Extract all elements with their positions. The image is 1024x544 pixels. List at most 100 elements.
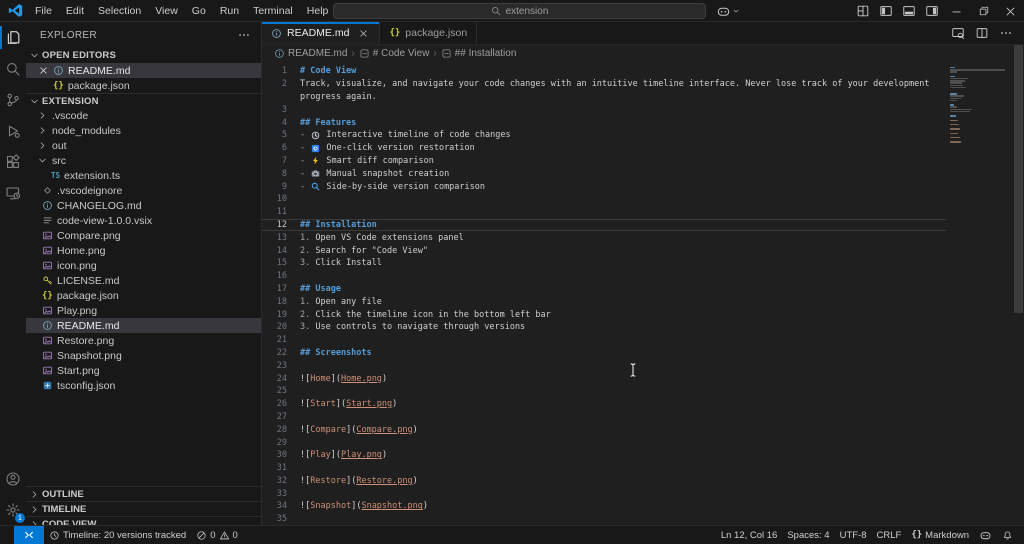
minimap[interactable] (946, 62, 1012, 525)
menu-go[interactable]: Go (185, 0, 213, 22)
customize-layout-button[interactable] (851, 0, 874, 22)
code-line-35[interactable]: 35 (262, 513, 946, 525)
code-line-8[interactable]: 8- Manual snapshot creation (262, 167, 946, 180)
tree-item-node_modules[interactable]: node_modules (26, 123, 261, 138)
code-line-15[interactable]: 15 3. Click Install (262, 257, 946, 270)
code-line-34[interactable]: 34 ![Snapshot](Snapshot.png) (262, 500, 946, 513)
tree-item-icon.png[interactable]: icon.png (26, 258, 261, 273)
tree-item-Restore.png[interactable]: Restore.png (26, 333, 261, 348)
tree-item-tsconfig.json[interactable]: tsconfig.json (26, 378, 261, 393)
tree-item-Compare.png[interactable]: Compare.png (26, 228, 261, 243)
code-line-28[interactable]: 28 ![Compare](Compare.png) (262, 423, 946, 436)
menu-run[interactable]: Run (213, 0, 246, 22)
timeline-status[interactable]: Timeline: 20 versions tracked (44, 526, 191, 544)
code-line-13[interactable]: 13 1. Open VS Code extensions panel (262, 231, 946, 244)
code-line-32[interactable]: 32 ![Restore](Restore.png) (262, 475, 946, 488)
remote-indicator[interactable] (14, 526, 44, 544)
tree-item-.vscodeignore[interactable]: .vscodeignore (26, 183, 261, 198)
code-line-6[interactable]: 6- One-click version restoration (262, 142, 946, 155)
menu-file[interactable]: File (28, 0, 59, 22)
activity-settings[interactable]: 1 (0, 494, 26, 525)
code-line-2[interactable]: 2 Track, visualize, and navigate your cod… (262, 78, 946, 91)
language-mode[interactable]: {} Markdown (906, 530, 974, 541)
tree-item-code-view-1.0.0.vsix[interactable]: code-view-1.0.0.vsix (26, 213, 261, 228)
activity-account[interactable] (0, 463, 26, 494)
breadcrumb-item[interactable]: ## Installation (441, 48, 516, 59)
code-line-1[interactable]: 1 # Code View (262, 65, 946, 78)
tree-item-Play.png[interactable]: Play.png (26, 303, 261, 318)
activity-explorer[interactable] (0, 22, 26, 53)
code-line-21[interactable]: 21 (262, 334, 946, 347)
code-line-19[interactable]: 19 2. Click the timeline icon in the bott… (262, 308, 946, 321)
open-preview-icon[interactable] (948, 23, 968, 43)
tree-item-Start.png[interactable]: Start.png (26, 363, 261, 378)
menu-help[interactable]: Help (300, 0, 336, 22)
section-outline[interactable]: OUTLINE (26, 486, 261, 501)
menu-selection[interactable]: Selection (91, 0, 148, 22)
code-line-29[interactable]: 29 (262, 436, 946, 449)
problems-status[interactable]: 0 0 (191, 526, 243, 544)
panel-right-button[interactable] (920, 0, 943, 22)
copilot-button[interactable] (716, 0, 740, 22)
code-line-18[interactable]: 18 1. Open any file (262, 295, 946, 308)
tree-item-package.json[interactable]: {} package.json (26, 288, 261, 303)
section-timeline[interactable]: TIMELINE (26, 501, 261, 516)
close-tab-icon[interactable] (357, 27, 370, 40)
activity-extensions[interactable] (0, 146, 26, 177)
code-line-5[interactable]: 5- Interactive timeline of code changes (262, 129, 946, 142)
command-center-search[interactable]: extension (333, 3, 706, 19)
tree-item-out[interactable]: out (26, 138, 261, 153)
code-line-16[interactable]: 16 (262, 270, 946, 283)
scrollbar[interactable] (1012, 45, 1024, 525)
code-line-25[interactable]: 25 (262, 385, 946, 398)
tree-item-Home.png[interactable]: Home.png (26, 243, 261, 258)
code-line-7[interactable]: 7- Smart diff comparison (262, 155, 946, 168)
scrollbar-thumb[interactable] (1014, 45, 1023, 313)
split-editor-icon[interactable] (972, 23, 992, 43)
activity-code-view[interactable] (0, 177, 26, 208)
ellipsis-icon[interactable] (237, 28, 251, 42)
notifications[interactable] (997, 530, 1018, 541)
code-line-24[interactable]: 24 ![Home](Home.png) (262, 372, 946, 385)
section-code-view[interactable]: CODE VIEW (26, 516, 261, 525)
panel-bottom-button[interactable] (897, 0, 920, 22)
code-line-wrap[interactable]: progress again. (262, 91, 946, 104)
code-line-33[interactable]: 33 (262, 487, 946, 500)
open-editors-header[interactable]: OPEN EDITORS (26, 48, 261, 63)
breadcrumb-item[interactable]: README.md (274, 48, 347, 59)
activity-source-control[interactable] (0, 84, 26, 115)
code-line-9[interactable]: 9- Side-by-side version comparison (262, 180, 946, 193)
code-line-12[interactable]: 12 ## Installation (262, 218, 946, 232)
tree-item-LICENSE.md[interactable]: LICENSE.md (26, 273, 261, 288)
eol-sequence[interactable]: CRLF (872, 530, 907, 541)
tree-item-extension.ts[interactable]: TS extension.ts (26, 168, 261, 183)
menu-terminal[interactable]: Terminal (246, 0, 300, 22)
maximize-button[interactable] (970, 0, 997, 22)
activity-run-debug[interactable] (0, 115, 26, 146)
tab-package.json[interactable]: {} package.json (380, 22, 478, 44)
code-line-22[interactable]: 22 ## Screenshots (262, 347, 946, 360)
code-line-3[interactable]: 3 (262, 103, 946, 116)
code-line-31[interactable]: 31 (262, 462, 946, 475)
code-line-11[interactable]: 11 (262, 206, 946, 219)
code-line-26[interactable]: 26 ![Start](Start.png) (262, 398, 946, 411)
encoding[interactable]: UTF-8 (835, 530, 872, 541)
code-line-17[interactable]: 17 ## Usage (262, 283, 946, 296)
tree-item-CHANGELOG.md[interactable]: CHANGELOG.md (26, 198, 261, 213)
code-line-4[interactable]: 4 ## Features (262, 116, 946, 129)
code-line-27[interactable]: 27 (262, 411, 946, 424)
code-line-23[interactable]: 23 (262, 359, 946, 372)
code-line-10[interactable]: 10 (262, 193, 946, 206)
close-button[interactable] (997, 0, 1024, 22)
tree-item-src[interactable]: src (26, 153, 261, 168)
code-line-14[interactable]: 14 2. Search for "Code View" (262, 244, 946, 257)
copilot-status[interactable] (974, 529, 997, 542)
tree-item-README.md[interactable]: README.md (26, 318, 261, 333)
editor[interactable]: 1 # Code View 2 Track, visualize, and navig… (262, 62, 1024, 525)
menu-edit[interactable]: Edit (59, 0, 91, 22)
indentation[interactable]: Spaces: 4 (782, 530, 834, 541)
open-editor-README.md[interactable]: README.md (26, 63, 261, 78)
tree-item-Snapshot.png[interactable]: Snapshot.png (26, 348, 261, 363)
tab-README.md[interactable]: README.md (262, 22, 381, 44)
panel-left-button[interactable] (874, 0, 897, 22)
